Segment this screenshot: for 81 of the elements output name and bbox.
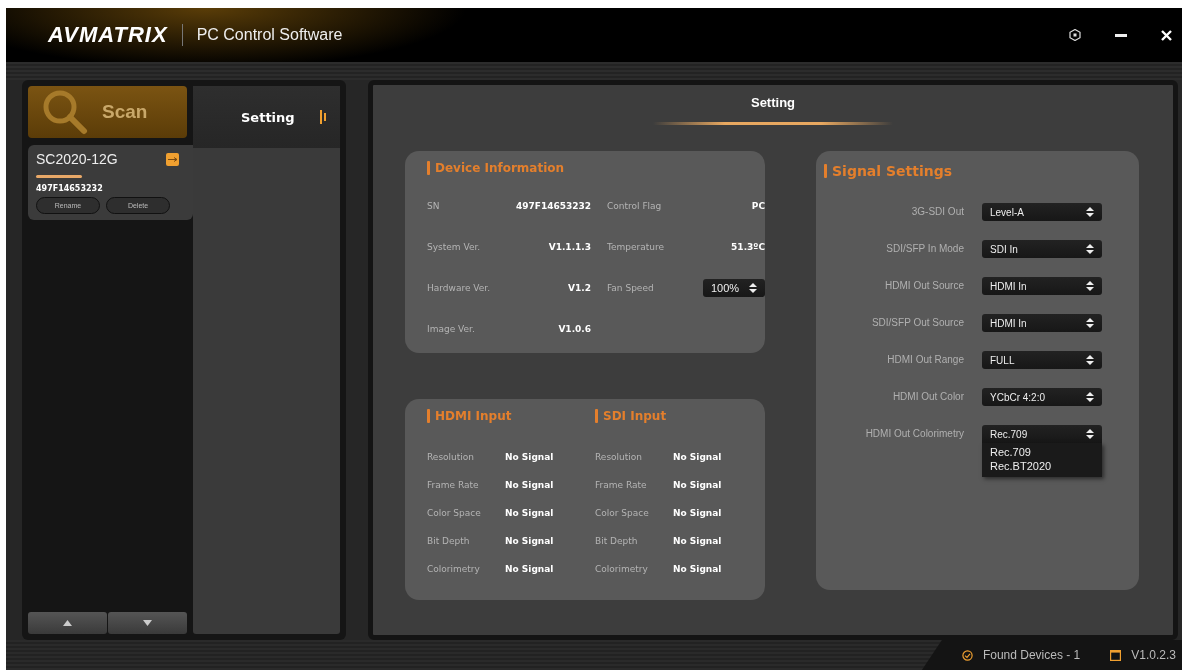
field-label: Color Space	[427, 508, 482, 518]
usb-icon	[166, 152, 179, 166]
setting-label: HDMI Out Range	[886, 353, 964, 367]
device-serial: 497F14653232	[36, 184, 104, 193]
field-label: Image Ver.	[427, 323, 476, 334]
field-value: PC	[750, 200, 765, 211]
field-value: No Signal	[673, 536, 723, 546]
sidebar-tab[interactable]: Setting	[193, 86, 340, 148]
minimize-icon[interactable]	[1115, 33, 1127, 37]
setting-label: SDI/SFP Out Source	[870, 316, 964, 330]
setting-select[interactable]: Level-A	[982, 203, 1102, 221]
found-devices-status: Found Devices - 1	[982, 648, 1081, 662]
field-label: Colorimetry	[427, 564, 481, 574]
window-title: PC Control Software	[196, 26, 343, 44]
field-value: No Signal	[673, 508, 723, 518]
down-arrow-icon	[143, 620, 152, 626]
setting-select[interactable]: FULL	[982, 351, 1102, 369]
setting-label: 3G-SDI Out	[910, 205, 964, 219]
field-value: No Signal	[673, 480, 723, 490]
up-down-icon	[1086, 355, 1094, 365]
setting-select[interactable]: YCbCr 4:2:0	[982, 388, 1102, 406]
field-value: No Signal	[505, 564, 555, 574]
check-icon	[961, 649, 973, 661]
fan-speed-select[interactable]: 100%	[703, 278, 765, 297]
field-value: No Signal	[673, 564, 723, 574]
setting-select[interactable]: SDI In	[982, 240, 1102, 258]
field-label: Control Flag	[607, 200, 663, 211]
field-value: No Signal	[505, 480, 555, 490]
close-icon[interactable]	[1161, 29, 1172, 41]
field-label: Frame Rate	[427, 480, 480, 490]
field-label: Frame Rate	[595, 480, 648, 490]
field-value: V1.2	[567, 282, 591, 293]
field-value: 497F14653232	[514, 200, 591, 211]
field-value: No Signal	[505, 508, 555, 518]
up-down-icon	[1086, 207, 1094, 217]
section-title: Signal Settings	[824, 163, 1123, 179]
field-label: Color Space	[595, 508, 650, 518]
up-down-icon	[1086, 318, 1094, 328]
up-arrow-icon	[63, 620, 72, 626]
section-title: HDMI Input	[427, 409, 567, 423]
field-value: No Signal	[505, 536, 555, 546]
field-label: Resolution	[427, 452, 476, 462]
scan-button[interactable]: Scan	[28, 86, 187, 138]
version-label: V1.0.2.3	[1131, 648, 1176, 662]
field-value: No Signal	[505, 452, 555, 462]
section-title: Device Information	[427, 161, 749, 175]
setting-select[interactable]: HDMI In	[982, 277, 1102, 295]
active-marker-icon	[320, 110, 326, 124]
field-label: Temperature	[607, 241, 665, 252]
up-down-icon	[749, 282, 757, 293]
dropdown-option[interactable]: Rec.709	[990, 445, 1094, 459]
setting-label: HDMI Out Color	[891, 390, 964, 404]
page-heading: Setting	[750, 95, 796, 110]
setting-label: HDMI Out Colorimetry	[864, 427, 964, 441]
setting-label: HDMI Out Source	[884, 279, 964, 293]
field-label: Bit Depth	[595, 536, 639, 546]
dropdown-option[interactable]: Rec.BT2020	[990, 459, 1094, 473]
field-label: System Ver.	[427, 241, 482, 252]
section-title: SDI Input	[595, 409, 735, 423]
search-icon	[42, 89, 88, 135]
field-value: V1.0.6	[557, 323, 591, 334]
field-label: SN	[427, 200, 441, 211]
field-label: Colorimetry	[595, 564, 649, 574]
field-value: 51.3ºC	[730, 241, 765, 252]
up-down-icon	[1086, 244, 1094, 254]
field-value: V1.1.1.3	[547, 241, 591, 252]
field-label: Hardware Ver.	[427, 282, 492, 293]
field-label: Bit Depth	[427, 536, 471, 546]
up-down-icon	[1086, 429, 1094, 439]
settings-icon[interactable]	[1069, 29, 1081, 41]
field-label: Resolution	[595, 452, 644, 462]
field-value: No Signal	[673, 452, 723, 462]
up-down-icon	[1086, 392, 1094, 402]
setting-select[interactable]: Rec.709	[982, 425, 1102, 443]
up-down-icon	[1086, 281, 1094, 291]
setting-select[interactable]: HDMI In	[982, 314, 1102, 332]
window-icon	[1110, 649, 1122, 661]
field-label: Fan Speed	[607, 282, 655, 293]
setting-label: SDI/SFP In Mode	[885, 242, 964, 256]
device-name: SC2020-12G	[36, 151, 118, 167]
brand-logo: AVMATRIX	[48, 22, 168, 48]
